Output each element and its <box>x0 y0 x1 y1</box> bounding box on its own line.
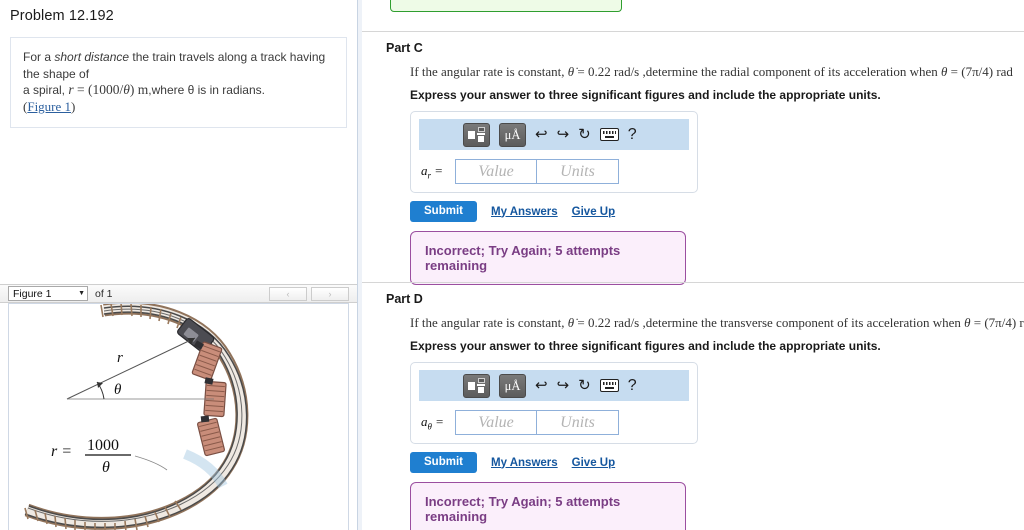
radius-label: r <box>117 350 123 366</box>
part-c-my-answers-link[interactable]: My Answers <box>491 206 558 218</box>
part-c-title: Part C <box>386 41 423 55</box>
spiral-track-diagram: r θ r = 1000 θ <box>24 304 249 530</box>
keyboard-icon[interactable] <box>599 128 619 141</box>
divider-middle <box>362 282 1024 283</box>
part-c-submit-row: Submit My Answers Give Up <box>410 201 1024 222</box>
part-c-instruction: Express your answer to three significant… <box>410 88 881 102</box>
part-d-instruction: Express your answer to three significant… <box>410 339 881 353</box>
part-d-block: Part D If the angular rate is constant, … <box>362 292 1024 530</box>
reset-icon[interactable]: ↻ <box>578 127 591 142</box>
page-root: Problem 12.192 For a short distance the … <box>0 0 1024 530</box>
figure-viewer: Figure 1 ▼ of 1 ‹ › r θ r = 1000 θ <box>0 284 357 530</box>
figure-count-label: of 1 <box>95 287 113 300</box>
previous-correct-feedback <box>390 0 622 12</box>
help-icon[interactable]: ? <box>628 378 637 394</box>
figure-1-link[interactable]: Figure 1 <box>27 99 71 114</box>
statement-line2-post: ,where θ is in radians. <box>148 83 265 97</box>
part-c-answer-row: ar = Value Units <box>419 159 689 184</box>
part-d-my-answers-link[interactable]: My Answers <box>491 457 558 469</box>
figure-canvas[interactable]: r θ r = 1000 θ <box>8 303 349 530</box>
undo-icon[interactable]: ↩ <box>535 378 548 393</box>
equation-lhs: r = <box>51 443 72 460</box>
part-d-answer-row: aθ = Value Units <box>419 410 689 435</box>
figure-toolbar: Figure 1 ▼ of 1 ‹ › <box>0 284 357 303</box>
part-d-value-input[interactable]: Value <box>455 410 537 435</box>
keyboard-icon[interactable] <box>599 379 619 392</box>
units-icon[interactable]: μÅ <box>499 373 526 398</box>
part-d-submit-row: Submit My Answers Give Up <box>410 452 1024 473</box>
figure-link-wrap: (Figure 1) <box>23 98 76 114</box>
right-panel: Part C If the angular rate is constant, … <box>362 0 1024 530</box>
part-d-question: If the angular rate is constant, θ̇ = 0.… <box>410 315 1024 330</box>
chevron-down-icon: ▼ <box>78 290 85 297</box>
figure-next-button[interactable]: › <box>311 287 349 301</box>
problem-statement-box: For a short distance the train travels a… <box>10 37 347 128</box>
template-icon[interactable] <box>463 373 490 398</box>
part-d-submit-button[interactable]: Submit <box>410 452 477 473</box>
part-c-value-input[interactable]: Value <box>455 159 537 184</box>
part-c-give-up-link[interactable]: Give Up <box>572 206 615 218</box>
template-icon[interactable] <box>463 122 490 147</box>
equation-numerator: 1000 <box>87 437 119 454</box>
redo-icon[interactable]: ↪ <box>557 127 570 142</box>
part-c-answer-label: ar = <box>421 162 444 181</box>
part-d-answer-label: aθ = <box>421 413 444 432</box>
statement-equation: r = (1000/θ) m <box>68 82 149 97</box>
left-panel: Problem 12.192 For a short distance the … <box>0 0 358 530</box>
figure-select-value: Figure 1 <box>13 287 52 300</box>
undo-icon[interactable]: ↩ <box>535 127 548 142</box>
angle-label: θ <box>114 382 122 398</box>
part-c-feedback: Incorrect; Try Again; 5 attempts remaini… <box>410 231 686 285</box>
figure-prev-button[interactable]: ‹ <box>269 287 307 301</box>
equation-denominator: θ <box>102 459 110 476</box>
part-d-feedback: Incorrect; Try Again; 5 attempts remaini… <box>410 482 686 530</box>
part-c-question-rate: = 0.22 rad/s <box>574 64 643 79</box>
part-c-units-input[interactable]: Units <box>537 159 619 184</box>
part-d-title: Part D <box>386 292 423 306</box>
figure-nav: ‹ › <box>269 287 349 301</box>
part-c-question-mid: ,determine the radial component of its a… <box>642 64 942 79</box>
part-d-question-pre: If the angular rate is constant, <box>410 315 568 330</box>
help-icon[interactable]: ? <box>628 127 637 143</box>
part-c-answer-box: μÅ ↩ ↪ ↻ ? ar = Value Units <box>410 111 698 193</box>
divider-top <box>362 31 1024 32</box>
part-d-question-mid: ,determine the transverse component of i… <box>642 315 965 330</box>
statement-line1-pre: For a <box>23 50 55 64</box>
redo-icon[interactable]: ↪ <box>557 378 570 393</box>
part-c-math-toolbar: μÅ ↩ ↪ ↻ ? <box>419 119 689 150</box>
part-c-question-pre: If the angular rate is constant, <box>410 64 568 79</box>
page-title: Problem 12.192 <box>10 8 114 24</box>
part-c-submit-button[interactable]: Submit <box>410 201 477 222</box>
part-d-units-input[interactable]: Units <box>537 410 619 435</box>
units-icon[interactable]: μÅ <box>499 122 526 147</box>
part-c-block: Part C If the angular rate is constant, … <box>362 41 1024 285</box>
figure-select[interactable]: Figure 1 ▼ <box>8 286 88 301</box>
part-d-answer-box: μÅ ↩ ↪ ↻ ? aθ = Value Units <box>410 362 698 444</box>
part-d-question-rate: = 0.22 rad/s <box>574 315 643 330</box>
part-d-math-toolbar: μÅ ↩ ↪ ↻ ? <box>419 370 689 401</box>
statement-line2-pre: a spiral, <box>23 83 69 97</box>
part-c-question: If the angular rate is constant, θ̇ = 0.… <box>410 64 1013 79</box>
statement-emphasis: short distance <box>54 50 130 64</box>
part-d-give-up-link[interactable]: Give Up <box>572 457 615 469</box>
reset-icon[interactable]: ↻ <box>578 378 591 393</box>
